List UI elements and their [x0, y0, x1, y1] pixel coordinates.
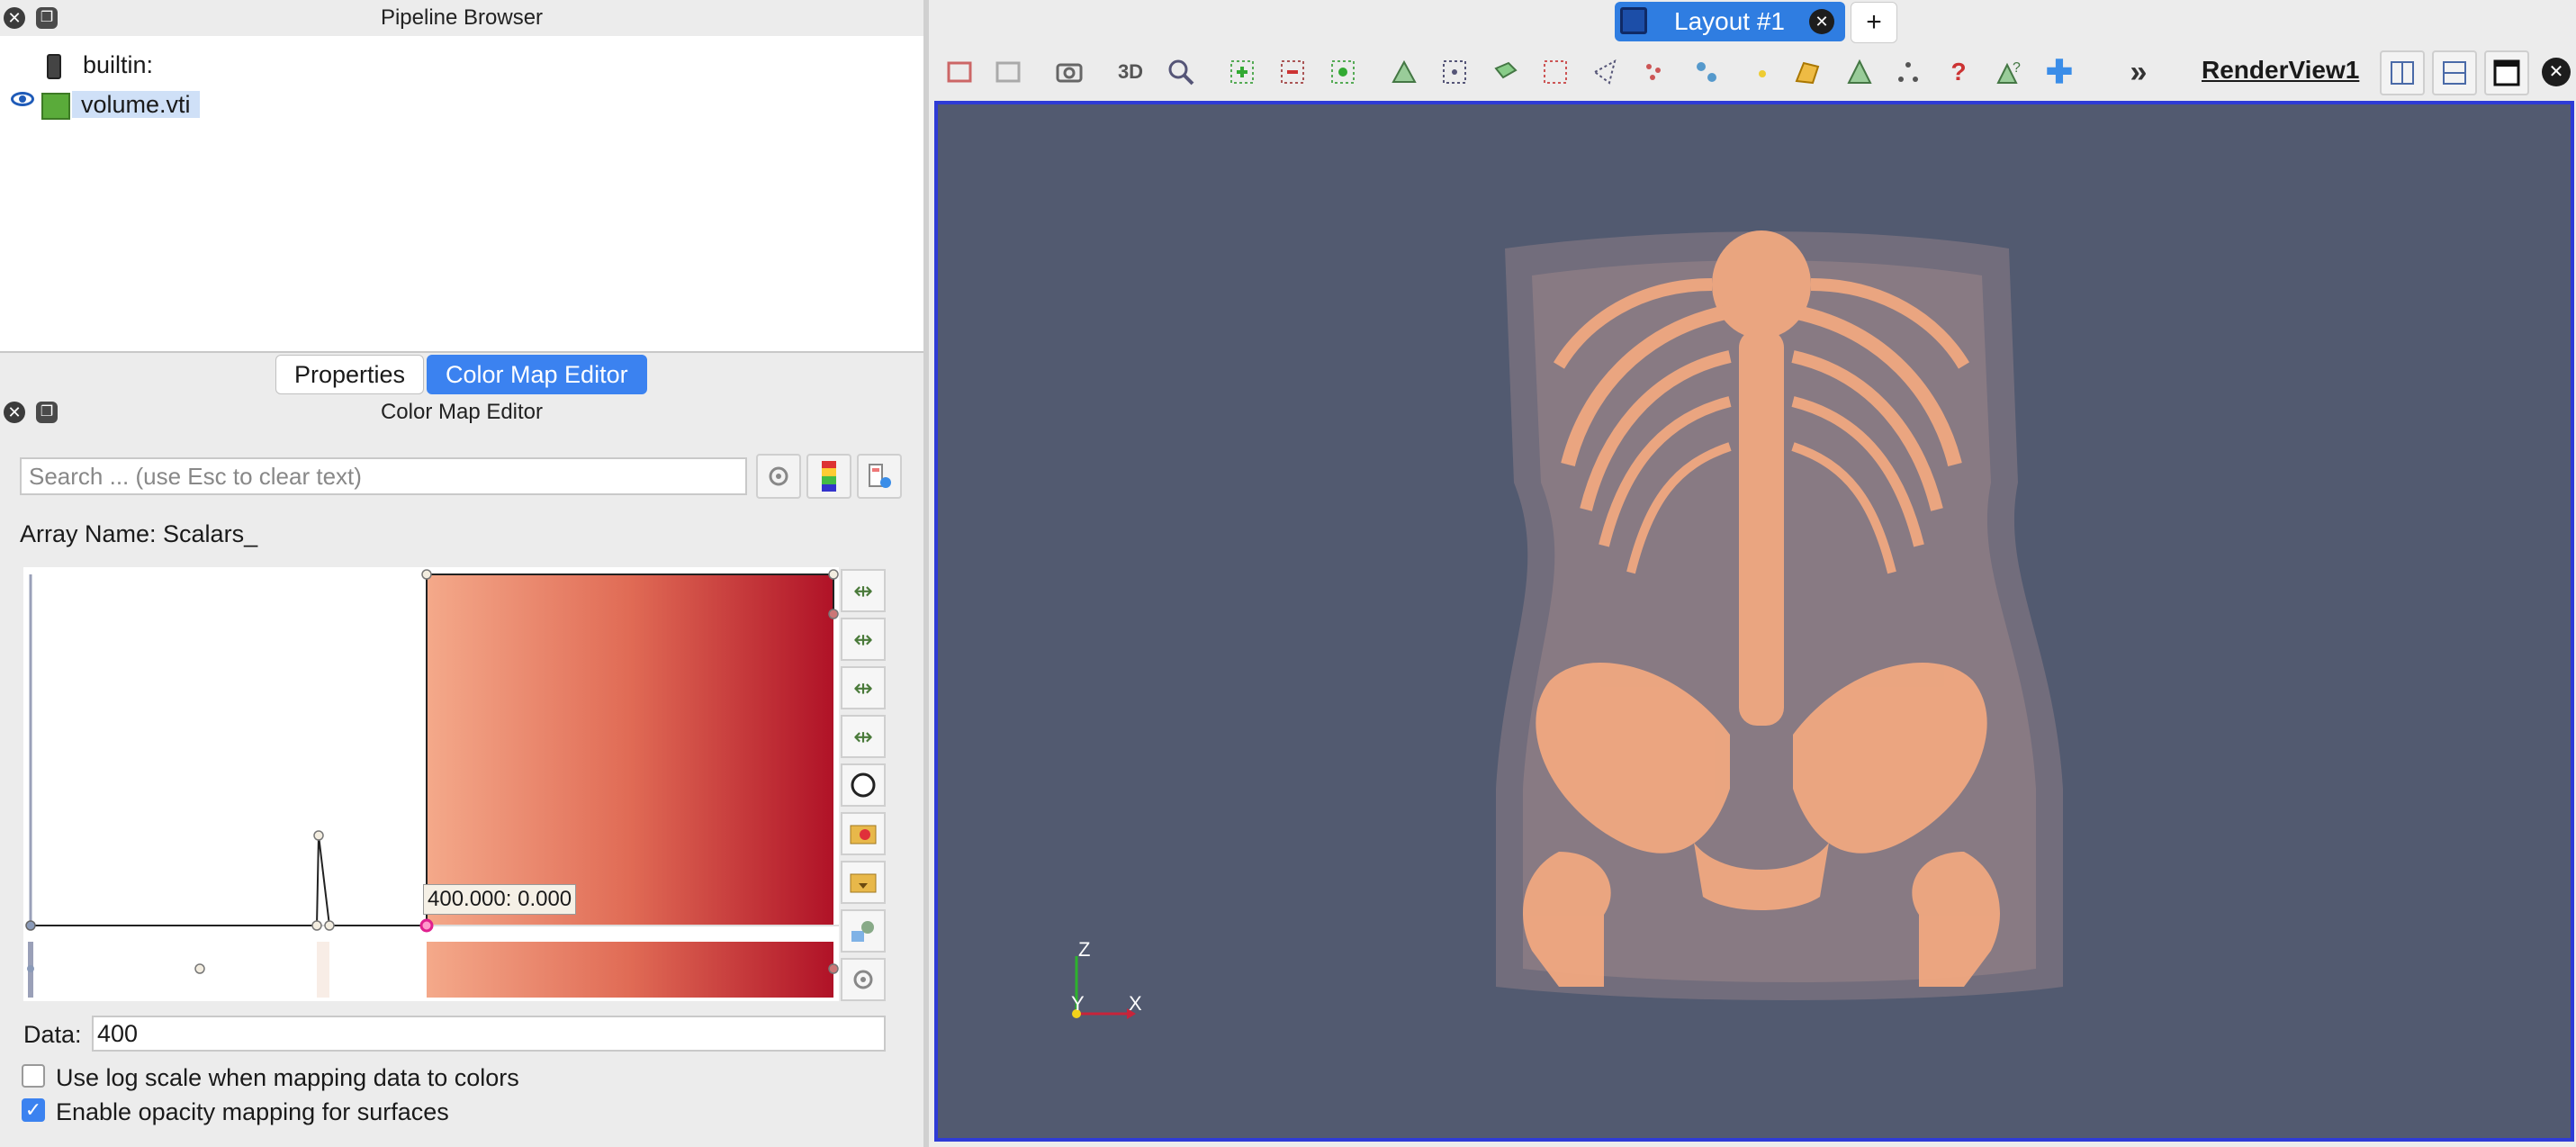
pipeline-browser-title: Pipeline Browser: [0, 0, 923, 36]
zoom-closest-icon[interactable]: [1325, 54, 1361, 90]
control-point: [25, 920, 36, 931]
axis-y-label: Y: [1071, 992, 1085, 1015]
opacity-area: [427, 574, 833, 926]
data-label: Data:: [23, 1021, 82, 1048]
select-frustum-points-icon[interactable]: [1537, 54, 1573, 90]
log-scale-checkbox[interactable]: [22, 1064, 45, 1088]
eye-icon[interactable]: [11, 92, 34, 106]
split-vertical-icon[interactable]: [2432, 50, 2477, 95]
select-polygon-cells-icon[interactable]: [1588, 54, 1624, 90]
select-polygon-points-icon[interactable]: [1636, 54, 1672, 90]
color-map-editor-title: Color Map Editor: [0, 394, 923, 430]
rescale-visible-range-icon[interactable]: ⇹: [841, 715, 886, 758]
toggle-3d-button[interactable]: 3D: [1112, 54, 1148, 90]
select-surface-points-icon[interactable]: [1437, 54, 1473, 90]
maximize-view-icon[interactable]: [2484, 50, 2529, 95]
close-icon[interactable]: ✕: [1809, 9, 1834, 34]
control-point: [421, 569, 432, 580]
select-surface-cells-icon[interactable]: [1386, 54, 1422, 90]
query-icon[interactable]: ?: [1941, 54, 1977, 90]
reset-camera-icon[interactable]: [941, 54, 977, 90]
control-point: [828, 609, 839, 619]
view-name-label: RenderView1: [2202, 56, 2360, 84]
pipeline-item-builtin[interactable]: builtin:: [47, 47, 162, 83]
axis-z-label: Z: [1078, 938, 1091, 961]
color-control-point: [194, 963, 205, 974]
zoom-to-box-icon[interactable]: [1163, 54, 1199, 90]
tab-properties[interactable]: Properties: [275, 355, 425, 394]
clear-selection-icon[interactable]: ✚: [2041, 53, 2077, 90]
invert-icon[interactable]: [841, 763, 886, 807]
search-input[interactable]: Search ... (use Esc to clear text): [20, 457, 747, 495]
data-histogram-icon[interactable]: [841, 909, 886, 953]
axis-x-label: X: [1129, 992, 1142, 1015]
transfer-function-editor[interactable]: 400.000: 0.000: [23, 567, 839, 1001]
undock-icon[interactable]: ❐: [36, 7, 58, 29]
array-name-label: Array Name: Scalars_: [20, 520, 258, 547]
select-block-icon[interactable]: [1689, 54, 1725, 90]
select-frustum-cells-icon[interactable]: [1487, 54, 1523, 90]
close-icon[interactable]: ✕: [4, 7, 25, 29]
svg-text:?: ?: [2013, 60, 2021, 76]
control-point: [324, 920, 335, 931]
opacity-mapping-label: Enable opacity mapping for surfaces: [56, 1098, 449, 1125]
gear-icon[interactable]: [756, 454, 801, 499]
color-bar: [427, 942, 833, 998]
pipeline-browser: builtin: volume.vti: [0, 36, 923, 353]
zoom-out-icon[interactable]: [1274, 54, 1311, 90]
opacity-mapping-checkbox[interactable]: ✓: [22, 1098, 45, 1122]
control-point: [311, 920, 322, 931]
pipeline-item-label: volume.vti: [72, 91, 200, 118]
close-view-icon[interactable]: ✕: [2542, 58, 2571, 86]
transfer-function-graph[interactable]: [23, 567, 839, 1001]
pipeline-item-volume[interactable]: volume.vti: [41, 86, 200, 122]
tab-color-map-editor[interactable]: Color Map Editor: [427, 355, 647, 394]
point-tooltip: 400.000: 0.000: [423, 884, 577, 915]
color-control-point: [828, 963, 839, 974]
layout-icon: [1620, 7, 1647, 34]
choose-preset-icon[interactable]: [841, 812, 886, 855]
control-point: [828, 569, 839, 580]
color-legend-icon[interactable]: [806, 454, 851, 499]
layout-tab-label: Layout #1: [1674, 7, 1785, 35]
rescale-data-range-icon[interactable]: ⇹: [841, 666, 886, 709]
control-point: [313, 830, 324, 841]
add-layout-button[interactable]: +: [1851, 2, 1897, 43]
volume-icon: [41, 92, 70, 120]
selected-control-point: [419, 918, 434, 933]
pipeline-item-label: builtin:: [83, 51, 154, 78]
rescale-custom-range-icon[interactable]: ⇹: [841, 618, 886, 661]
render-view[interactable]: Z Y X: [934, 101, 2574, 1142]
gear-icon[interactable]: [841, 958, 886, 1001]
log-scale-label: Use log scale when mapping data to color…: [56, 1064, 519, 1091]
volume-rendering[interactable]: [938, 104, 2571, 1138]
splitter[interactable]: [923, 0, 929, 1147]
server-icon: [47, 53, 61, 79]
screenshot-icon[interactable]: [1051, 54, 1087, 90]
close-icon[interactable]: ✕: [4, 402, 25, 423]
query-cells-icon[interactable]: ?: [1991, 54, 2027, 90]
rescale-range-icon[interactable]: ⇹: [841, 569, 886, 612]
toolbar-overflow-icon[interactable]: »: [2121, 54, 2157, 90]
hover-cells-icon[interactable]: [1789, 54, 1825, 90]
data-value-field[interactable]: 400: [92, 1016, 886, 1052]
split-horizontal-icon[interactable]: [2380, 50, 2425, 95]
shrink-selection-icon[interactable]: [1890, 54, 1926, 90]
grow-selection-icon[interactable]: [1842, 54, 1878, 90]
reset-camera-closest-icon[interactable]: [990, 54, 1026, 90]
save-preset-icon[interactable]: [841, 861, 886, 904]
hover-points-icon[interactable]: [1743, 54, 1779, 90]
edit-legend-icon[interactable]: [857, 454, 902, 499]
zoom-in-icon[interactable]: [1224, 54, 1260, 90]
undock-icon[interactable]: ❐: [36, 402, 58, 423]
tab-layout[interactable]: Layout #1 ✕: [1615, 2, 1845, 41]
